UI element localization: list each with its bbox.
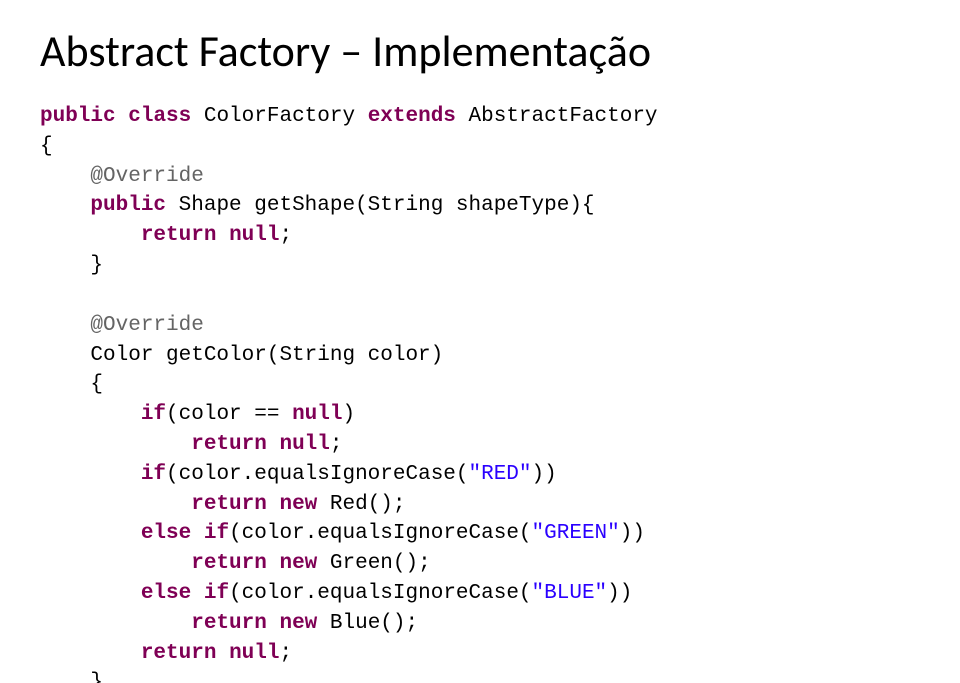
txt: } xyxy=(40,671,103,683)
sp xyxy=(40,314,90,337)
txt: ) xyxy=(343,403,356,426)
kw-null: null xyxy=(279,433,329,456)
txt: { xyxy=(40,135,53,158)
sp xyxy=(267,493,280,516)
sp xyxy=(40,463,141,486)
txt: Color getColor(String color) xyxy=(40,344,443,367)
txt: { xyxy=(40,373,103,396)
txt: )) xyxy=(620,522,645,545)
sp xyxy=(40,403,141,426)
str: "BLUE" xyxy=(532,582,608,605)
kw-class: class xyxy=(128,105,191,128)
ann-override: @Override xyxy=(90,165,203,188)
kw-if: if xyxy=(141,463,166,486)
txt: Green(); xyxy=(317,552,430,575)
txt: Blue(); xyxy=(317,612,418,635)
kw-public: public xyxy=(40,105,116,128)
sp xyxy=(267,552,280,575)
kw-null: null xyxy=(229,224,279,247)
sp xyxy=(191,522,204,545)
txt: } xyxy=(40,254,103,277)
kw-return: return xyxy=(141,224,217,247)
txt: )) xyxy=(532,463,557,486)
sp xyxy=(191,582,204,605)
sp xyxy=(40,433,191,456)
sp xyxy=(116,105,129,128)
sp xyxy=(40,582,141,605)
txt: (color.equalsIgnoreCase( xyxy=(229,582,531,605)
txt: AbstractFactory xyxy=(456,105,658,128)
kw-else: else xyxy=(141,582,191,605)
sp xyxy=(216,642,229,665)
kw-return: return xyxy=(141,642,217,665)
sp xyxy=(40,224,141,247)
str: "GREEN" xyxy=(532,522,620,545)
txt: ColorFactory xyxy=(191,105,367,128)
kw-new: new xyxy=(279,493,317,516)
sp xyxy=(40,493,191,516)
kw-null: null xyxy=(229,642,279,665)
sp xyxy=(40,522,141,545)
sp xyxy=(267,612,280,635)
kw-new: new xyxy=(279,612,317,635)
sp xyxy=(40,194,90,217)
kw-return: return xyxy=(191,493,267,516)
txt: (color.equalsIgnoreCase( xyxy=(166,463,468,486)
kw-if: if xyxy=(141,403,166,426)
sp xyxy=(40,552,191,575)
sp xyxy=(40,612,191,635)
kw-return: return xyxy=(191,612,267,635)
txt: ; xyxy=(279,642,292,665)
txt: ; xyxy=(279,224,292,247)
kw-if: if xyxy=(204,582,229,605)
code-block: public class ColorFactory extends Abstra… xyxy=(40,102,920,683)
sp xyxy=(40,165,90,188)
txt: )) xyxy=(607,582,632,605)
txt: ; xyxy=(330,433,343,456)
sp xyxy=(40,642,141,665)
kw-if: if xyxy=(204,522,229,545)
txt: Red(); xyxy=(317,493,405,516)
kw-new: new xyxy=(279,552,317,575)
kw-else: else xyxy=(141,522,191,545)
sp xyxy=(216,224,229,247)
kw-null: null xyxy=(292,403,342,426)
txt: (color.equalsIgnoreCase( xyxy=(229,522,531,545)
txt: (color == xyxy=(166,403,292,426)
str: "RED" xyxy=(469,463,532,486)
kw-extends: extends xyxy=(368,105,456,128)
kw-return: return xyxy=(191,433,267,456)
kw-public: public xyxy=(90,194,166,217)
slide: Abstract Factory – Implementação public … xyxy=(0,0,960,683)
sp xyxy=(267,433,280,456)
ann-override: @Override xyxy=(90,314,203,337)
txt: Shape getShape(String shapeType){ xyxy=(166,194,594,217)
slide-title: Abstract Factory – Implementação xyxy=(40,24,920,78)
kw-return: return xyxy=(191,552,267,575)
